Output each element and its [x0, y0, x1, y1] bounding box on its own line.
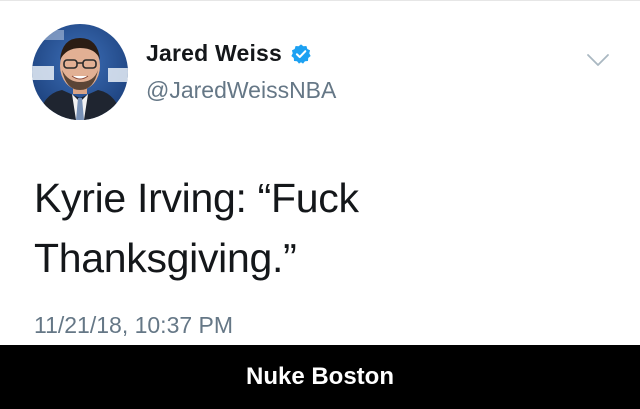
avatar[interactable] — [32, 24, 128, 120]
tweet-card: Jared Weiss @JaredWeissNBA Kyrie Irving:… — [0, 0, 640, 345]
username-handle[interactable]: @JaredWeissNBA — [146, 77, 336, 104]
tweet-text-line: Thanksgiving.” — [34, 235, 297, 281]
caption-bar: Nuke Boston — [0, 345, 640, 409]
meme-page: Jared Weiss @JaredWeissNBA Kyrie Irving:… — [0, 0, 640, 409]
divider — [0, 0, 640, 1]
tweet-body: Kyrie Irving: “Fuck Thanksgiving.” — [34, 168, 594, 288]
tweet-text-line: Kyrie Irving: “Fuck — [34, 175, 359, 221]
display-name-row: Jared Weiss — [146, 40, 312, 67]
chevron-down-icon[interactable] — [585, 50, 611, 70]
tweet-timestamp[interactable]: 11/21/18, 10:37 PM — [34, 312, 233, 339]
avatar-image — [32, 24, 128, 120]
verified-badge-icon — [290, 43, 312, 65]
display-name[interactable]: Jared Weiss — [146, 40, 282, 67]
caption-text: Nuke Boston — [245, 363, 394, 390]
